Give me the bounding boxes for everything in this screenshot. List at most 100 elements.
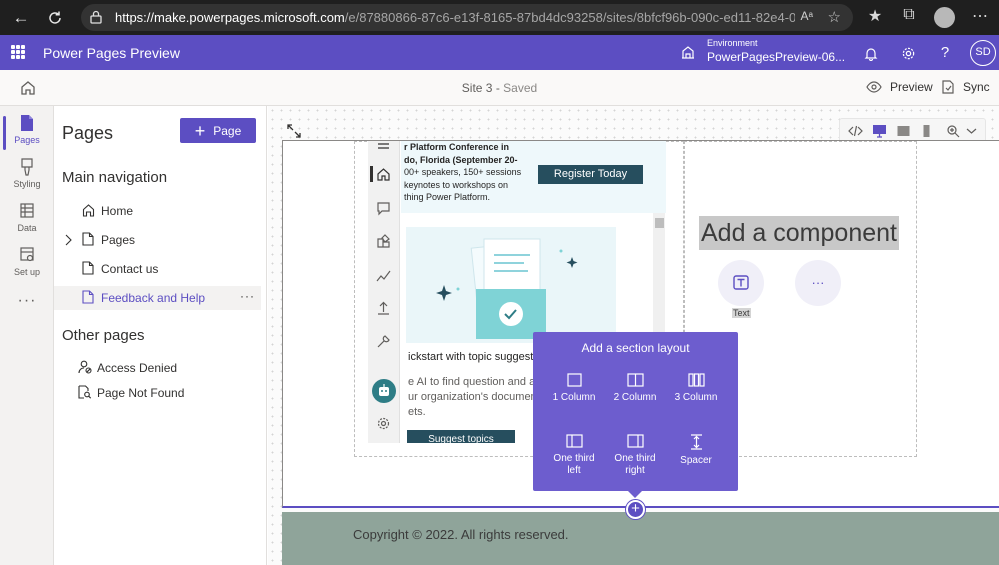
refresh-icon[interactable] xyxy=(42,5,68,31)
home-icon xyxy=(377,168,390,181)
three-column-icon xyxy=(687,373,705,387)
design-canvas: r Platform Conference in do, Florida (Se… xyxy=(268,106,999,565)
app-launcher-icon[interactable] xyxy=(11,45,25,59)
site-footer[interactable]: Copyright © 2022. All rights reserved. xyxy=(282,512,999,565)
more-components-button[interactable]: ··· xyxy=(795,260,841,306)
browser-toolbar: ← https://make.powerpages.microsoft.com/… xyxy=(0,0,999,35)
layout-option-label: 2 Column xyxy=(613,392,657,403)
command-bar: Site 3 - Saved Preview Sync xyxy=(0,70,999,106)
back-icon[interactable]: ← xyxy=(8,5,34,31)
register-today-button[interactable]: Register Today xyxy=(538,165,643,184)
rail-item-label: Data xyxy=(17,223,37,233)
chevron-right-icon[interactable] xyxy=(64,234,72,246)
other-item-access-denied[interactable]: Access Denied xyxy=(54,356,261,380)
wrench-icon xyxy=(377,335,390,348)
other-item-page-not-found[interactable]: Page Not Found xyxy=(54,381,261,405)
one-third-left-icon xyxy=(565,434,583,448)
preview-button[interactable]: Preview xyxy=(866,80,933,94)
eye-icon xyxy=(866,81,882,93)
suggest-topics-button[interactable]: Suggest topics xyxy=(407,430,515,443)
rail-item-setup[interactable]: Set up xyxy=(0,246,54,277)
site-name: Site 3 xyxy=(461,81,493,95)
rail-item-styling[interactable]: Styling xyxy=(0,158,54,189)
pages-panel: Pages + Page Main navigation Home Pages … xyxy=(54,106,267,565)
site-status-separator: - xyxy=(492,81,504,95)
nav-item-feedback-and-help[interactable]: Feedback and Help ··· xyxy=(54,286,261,310)
banner-line: thing Power Platform. xyxy=(404,192,491,202)
banner-line: keynotes to workshops on xyxy=(404,179,509,190)
lock-icon xyxy=(90,10,102,24)
other-item-label: Access Denied xyxy=(97,361,178,375)
sync-button[interactable]: Sync xyxy=(941,80,990,94)
one-third-right-icon xyxy=(626,434,644,448)
layout-option-2-column[interactable]: 2 Column xyxy=(603,373,667,404)
bot-avatar-icon xyxy=(372,379,396,403)
layout-option-label: 3 Column xyxy=(674,392,718,403)
nav-item-home[interactable]: Home xyxy=(54,199,261,223)
favorite-star-icon[interactable]: ☆ xyxy=(828,8,841,26)
user-avatar[interactable]: SD xyxy=(970,40,996,66)
browser-profile-icon[interactable] xyxy=(934,7,955,28)
sync-icon xyxy=(942,80,954,94)
code-icon[interactable] xyxy=(848,124,863,138)
nav-item-contact-us[interactable]: Contact us xyxy=(54,257,261,281)
app-header: Power Pages Preview Environment PowerPag… xyxy=(0,35,999,70)
layout-option-spacer[interactable]: Spacer xyxy=(664,434,728,467)
text-component-button[interactable] xyxy=(718,260,764,306)
layout-option-3-column[interactable]: 3 Column xyxy=(664,373,728,404)
address-bar[interactable]: https://make.powerpages.microsoft.com/e/… xyxy=(81,4,853,31)
layout-option-one-third-left[interactable]: One third left xyxy=(542,434,606,477)
spacer-icon xyxy=(690,434,702,450)
chevron-down-icon[interactable] xyxy=(964,124,979,138)
layout-option-one-third-right[interactable]: One third right xyxy=(603,434,667,477)
page-icon xyxy=(82,232,94,246)
url-text: https://make.powerpages.microsoft.com/e/… xyxy=(115,10,795,25)
notifications-icon[interactable] xyxy=(861,43,881,63)
quickstart-title: ickstart with topic suggesti xyxy=(408,351,536,363)
layout-option-1-column[interactable]: 1 Column xyxy=(542,373,606,404)
zoom-icon[interactable] xyxy=(946,124,961,138)
page-icon xyxy=(82,261,94,275)
panel-title: Pages xyxy=(62,123,114,143)
add-section-button[interactable]: + xyxy=(626,500,645,519)
collections-icon[interactable]: ⧉ xyxy=(897,6,921,24)
desktop-view-icon[interactable] xyxy=(872,124,887,138)
footer-copyright: Copyright © 2022. All rights reserved. xyxy=(353,527,569,542)
expand-icon[interactable] xyxy=(286,123,302,139)
layout-option-label: 1 Column xyxy=(552,392,596,403)
more-options-icon[interactable]: ··· xyxy=(240,289,255,303)
nav-item-pages[interactable]: Pages xyxy=(54,228,261,252)
layout-option-label: One third xyxy=(553,453,595,464)
rail-item-pages[interactable]: Pages xyxy=(0,114,54,150)
data-icon xyxy=(20,203,34,218)
rail-more-icon[interactable]: ··· xyxy=(0,292,54,310)
preview-label: Preview xyxy=(890,80,933,94)
app-title[interactable]: Power Pages Preview xyxy=(43,45,180,61)
rail-item-label: Styling xyxy=(13,179,41,189)
entities-icon xyxy=(377,234,390,248)
user-blocked-icon xyxy=(78,360,92,374)
save-state: Saved xyxy=(503,81,538,95)
favorites-icon[interactable]: ★ xyxy=(863,6,887,26)
banner-line: r Platform Conference in xyxy=(404,142,510,152)
section-layout-popup: Add a section layout 1 Column 2 Column 3… xyxy=(533,332,738,498)
analytics-icon xyxy=(376,270,391,282)
add-component-placeholder[interactable]: Add a component xyxy=(699,216,899,250)
environment-selector[interactable]: PowerPagesPreview-06... xyxy=(707,50,845,64)
help-icon[interactable]: ? xyxy=(935,43,955,63)
rail-item-data[interactable]: Data xyxy=(0,202,54,233)
conference-banner: r Platform Conference in do, Florida (Se… xyxy=(401,141,666,213)
browser-menu-icon[interactable]: ⋯ xyxy=(968,6,992,26)
workspace-rail: Pages Styling Data Set up ··· xyxy=(0,106,54,565)
environment-label: Environment xyxy=(707,38,758,48)
settings-gear-icon[interactable] xyxy=(898,43,918,63)
tablet-view-icon[interactable] xyxy=(896,124,911,138)
preview-scrollbar-thumb[interactable] xyxy=(655,218,664,228)
banner-text: r Platform Conference in do, Florida (Se… xyxy=(404,141,521,204)
layout-option-label-line2: left xyxy=(567,465,581,476)
mobile-view-icon[interactable] xyxy=(919,124,934,138)
layout-option-label-line2: right xyxy=(625,465,645,476)
read-aloud-icon[interactable]: Aᵃ xyxy=(801,9,813,23)
environment-icon xyxy=(682,46,694,59)
add-page-button[interactable]: + Page xyxy=(180,118,256,143)
